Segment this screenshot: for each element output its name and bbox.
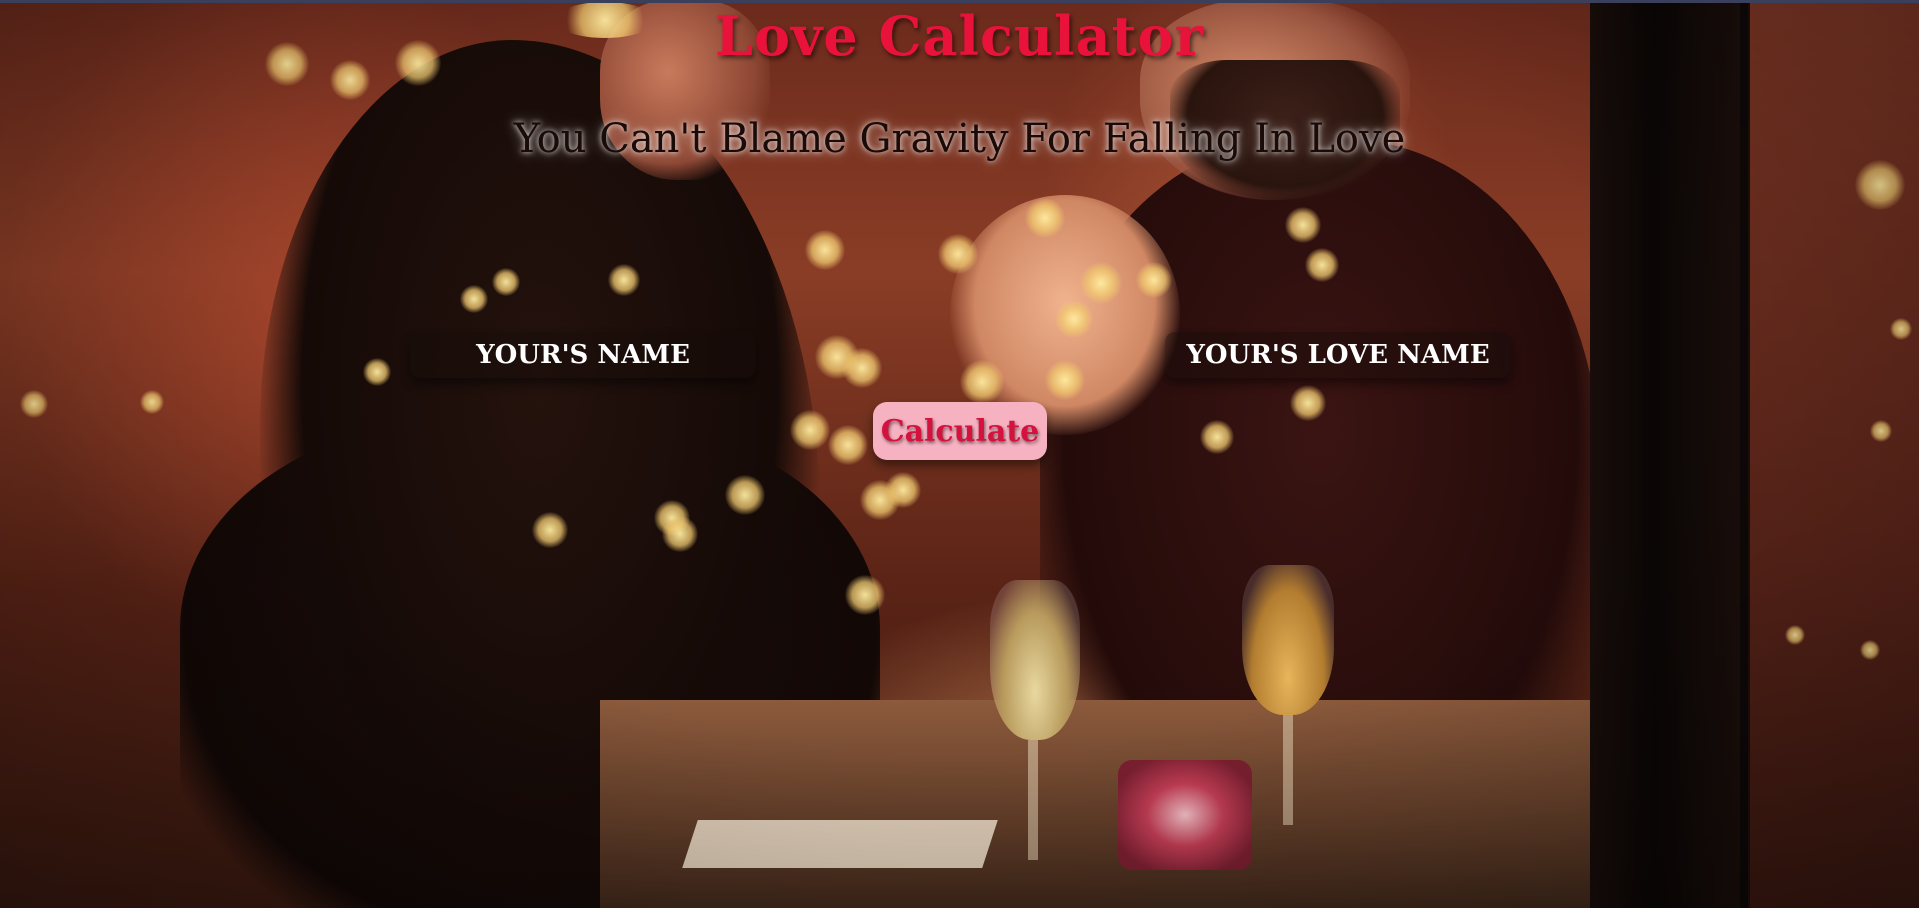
window-top-border (0, 0, 1919, 3)
page-subtitle: You Can't Blame Gravity For Falling In L… (513, 116, 1406, 162)
calculate-button[interactable]: Calculate (873, 402, 1047, 460)
your-name-input[interactable] (410, 332, 756, 378)
page-title: Love Calculator (714, 4, 1205, 68)
love-name-input[interactable] (1165, 332, 1511, 378)
